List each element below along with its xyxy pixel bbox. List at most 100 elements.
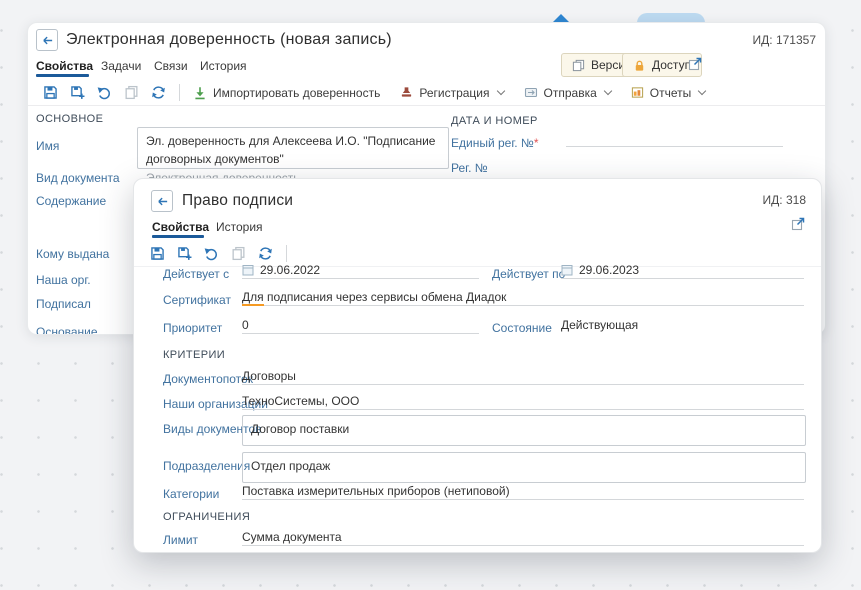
docflow-label: Документопоток [163,372,253,386]
valid-from-field[interactable]: 29.06.2022 [242,261,479,279]
certificate-label: Сертификат [163,293,231,307]
departments-label: Подразделения [163,459,250,473]
categories-field[interactable]: Поставка измерительных приборов (нетипов… [242,482,804,500]
tab-history[interactable]: История [200,59,247,73]
required-marker: * [534,136,539,150]
departments-value: Отдел продаж [251,459,330,473]
toolbar-separator [286,245,287,262]
docflow-value: Договоры [242,369,296,383]
back-button[interactable] [36,29,58,51]
toolbar-separator [179,84,180,101]
state-label: Состояние [492,321,552,335]
background-triangle-decor [553,14,569,22]
send-icon [524,86,538,99]
valid-to-label: Действует по [492,267,565,281]
chevron-down-icon [698,87,706,95]
state-field[interactable]: Действующая [561,316,804,334]
record-id: ИД: 171357 [753,33,816,47]
signing-right-dialog: Право подписи ИД: 318 Свойства История Д… [133,178,822,553]
certificate-value-marked: Для [242,290,264,306]
back-arrow-icon [41,34,54,47]
dialog-tab-properties[interactable]: Свойства [152,220,209,234]
card-toolbar: Импортировать доверенность Регистрация О… [28,80,825,106]
unified-reg-label: Единый рег. №* [451,136,538,150]
limit-value: Сумма документа [242,530,342,544]
signed-by-label: Подписал [36,297,91,311]
calendar-icon [242,264,254,276]
reg-number-label: Рег. № [451,161,488,175]
priority-label: Приоритет [163,321,222,335]
dialog-title: Право подписи [182,192,293,210]
tab-links[interactable]: Связи [154,59,188,73]
section-restrictions: ОГРАНИЧЕНИЯ [163,511,250,523]
content-label: Содержание [36,194,106,208]
limit-field[interactable]: Сумма документа [242,528,804,546]
valid-to-value: 29.06.2023 [579,263,639,277]
limit-label: Лимит [163,533,198,547]
our-org-label: Наша орг. [36,273,91,287]
name-field[interactable]: Эл. доверенность для Алексеева И.О. "Под… [137,127,449,169]
tab-tasks[interactable]: Задачи [101,59,141,73]
section-date-number: ДАТА И НОМЕР [451,115,538,127]
categories-label: Категории [163,487,219,501]
active-tab-underline [36,74,89,77]
save-button[interactable] [37,82,64,103]
doc-kind-label: Вид документа [36,171,120,185]
doc-kinds-value: Договор поставки [251,422,349,436]
report-image-icon [631,86,644,99]
section-main: ОСНОВНОЕ [36,113,103,125]
departments-field[interactable]: Отдел продаж [242,452,806,483]
state-value: Действующая [561,318,638,332]
certificate-field[interactable]: Для подписания через сервисы обмена Диад… [242,288,804,306]
versions-icon [572,59,585,72]
docflow-field[interactable]: Договоры [242,367,804,385]
dialog-open-in-window-icon[interactable] [791,217,805,231]
dialog-record-id: ИД: 318 [763,193,806,207]
sending-dropdown[interactable]: Отправка [518,83,617,103]
copy-button[interactable] [118,82,145,103]
issued-to-label: Кому выдана [36,247,109,261]
name-label: Имя [36,139,59,153]
priority-field[interactable]: 0 [242,316,479,334]
categories-value: Поставка измерительных приборов (нетипов… [242,484,510,498]
our-orgs-value: ТехноСистемы, ООО [242,394,359,408]
undo-button[interactable] [91,82,118,103]
our-orgs-field[interactable]: ТехноСистемы, ООО [242,392,804,410]
valid-to-field[interactable]: 29.06.2023 [561,261,804,279]
tab-properties[interactable]: Свойства [36,59,93,73]
open-in-window-icon[interactable] [688,57,702,71]
download-icon [193,86,207,100]
dialog-undo-button[interactable] [198,243,225,264]
dialog-back-button[interactable] [151,190,173,212]
unified-reg-field[interactable] [566,129,783,147]
lock-icon [633,59,646,72]
reports-dropdown[interactable]: Отчеты [625,83,711,103]
save-and-copy-button[interactable] [64,82,91,103]
page-title: Электронная доверенность (новая запись) [66,31,392,49]
sending-label: Отправка [544,86,597,100]
back-arrow-icon [156,195,169,208]
reports-label: Отчеты [650,86,691,100]
name-value: Эл. доверенность для Алексеева И.О. "Под… [146,132,440,168]
valid-from-value: 29.06.2022 [260,263,320,277]
certificate-value-rest: подписания через сервисы обмена Диадок [264,290,507,304]
dialog-active-tab-underline [152,235,204,238]
access-label: Доступ [652,58,691,72]
refresh-button[interactable] [145,82,172,103]
chevron-down-icon [496,87,504,95]
calendar-icon [561,264,573,276]
registration-label: Регистрация [419,86,489,100]
valid-from-label: Действует с [163,267,229,281]
section-criteria: КРИТЕРИИ [163,349,225,361]
dialog-save-button[interactable] [144,243,171,264]
doc-kinds-field[interactable]: Договор поставки [242,415,806,446]
dialog-tab-history[interactable]: История [216,220,263,234]
import-poa-button[interactable]: Импортировать доверенность [187,83,386,103]
chevron-down-icon [604,87,612,95]
dialog-save-and-copy-button[interactable] [171,243,198,264]
priority-value: 0 [242,318,249,332]
registration-dropdown[interactable]: Регистрация [394,83,509,103]
import-poa-label: Импортировать доверенность [213,86,380,100]
stamp-icon [400,86,413,99]
basis-label: Основание [36,325,98,335]
